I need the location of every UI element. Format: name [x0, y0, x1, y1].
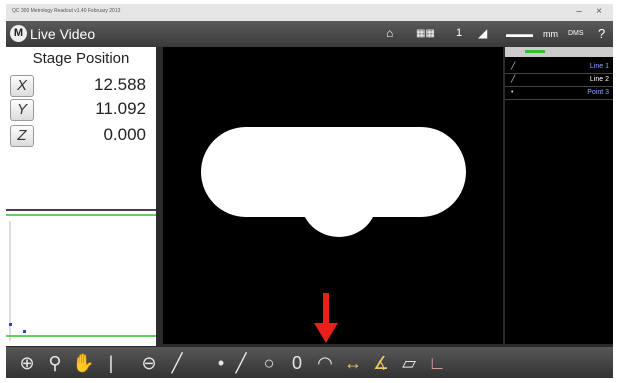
zoom-icon[interactable]: ⚲	[44, 352, 66, 374]
count-label: 1	[456, 27, 463, 39]
title-bar: QC 300 Metrology Readout v1.40 February …	[6, 4, 613, 21]
plane-tool-icon[interactable]: ▱	[398, 352, 420, 374]
graph-point	[9, 323, 12, 326]
measure-icon[interactable]: ◢	[478, 26, 487, 40]
feature-label: Point 3	[587, 89, 609, 96]
help-icon[interactable]: ?	[598, 26, 605, 41]
line-icon: ╱	[511, 63, 516, 70]
distance-tool-icon[interactable]: ↔	[342, 352, 364, 374]
stage-title: Stage Position	[32, 50, 130, 67]
home-icon[interactable]: ⌂	[386, 26, 393, 40]
point-icon: •	[511, 89, 514, 96]
red-arrow-indicator	[314, 293, 338, 343]
axis-z-value: 0.000	[103, 125, 146, 144]
feature-item[interactable]: ╱ Line 1	[505, 61, 613, 74]
page-title: Live Video	[30, 26, 96, 42]
line-icon: ╱	[511, 76, 516, 83]
edge-icon[interactable]: ╱	[166, 352, 188, 374]
axis-y-button[interactable]: Y	[10, 99, 34, 121]
close-icon[interactable]: ×	[593, 6, 605, 18]
unit-label[interactable]: mm	[543, 29, 558, 39]
feature-label: Line 2	[589, 76, 609, 83]
axis-x-value: 12.588	[94, 75, 146, 94]
line-tool-icon[interactable]: ╱	[230, 352, 252, 374]
mode-icon[interactable]: DMS	[568, 30, 584, 37]
logo-icon: M	[10, 25, 27, 42]
arc-tool-icon[interactable]: ◠	[314, 352, 336, 374]
feature-tabs[interactable]	[505, 47, 613, 57]
stage-panel: Stage Position X 12.588 Y 11.092 Z 0.000	[6, 47, 156, 346]
minimize-icon[interactable]: –	[573, 6, 585, 18]
app-window: QC 300 Metrology Readout v1.40 February …	[6, 4, 613, 378]
axis-y-value: 11.092	[95, 99, 146, 118]
tab-indicator	[525, 50, 545, 53]
point-tool-icon[interactable]: •	[210, 352, 232, 374]
grid-icon[interactable]: ▦▦	[416, 28, 435, 39]
graph-canvas	[6, 214, 156, 341]
feature-item[interactable]: • Point 3	[505, 87, 613, 100]
axis-tool-icon[interactable]: ∟	[426, 352, 448, 374]
angle-tool-icon[interactable]: ∡	[370, 352, 392, 374]
slot-tool-icon[interactable]: 0	[286, 352, 308, 374]
feature-list-panel: ╱ Line 1 ╱ Line 2 • Point 3	[505, 47, 613, 344]
profile-graph	[6, 209, 156, 346]
hand-icon[interactable]: ✋	[72, 352, 94, 374]
scale-icon[interactable]: ▬▬▬	[506, 29, 533, 39]
feature-label: Line 1	[589, 63, 609, 70]
target-icon[interactable]: ⊕	[16, 352, 38, 374]
feature-item[interactable]: ╱ Line 2	[505, 74, 613, 87]
graph-point	[23, 330, 26, 333]
axis-z-button[interactable]: Z	[10, 125, 34, 147]
probe-icon[interactable]: ⊖	[138, 352, 160, 374]
bar-icon[interactable]: |	[100, 352, 122, 374]
bottom-toolbar: ⊕ ⚲ ✋ | ⊖ ╱ • ╱ ○ 0 ◠ ↔ ∡ ▱ ∟	[6, 347, 613, 378]
header-bar: M Live Video ⌂ ▦▦ 1 ◢ ▬▬▬ mm DMS ?	[6, 21, 613, 47]
circle-tool-icon[interactable]: ○	[258, 352, 280, 374]
window-title: QC 300 Metrology Readout v1.40 February …	[12, 8, 121, 14]
axis-x-button[interactable]: X	[10, 75, 34, 97]
